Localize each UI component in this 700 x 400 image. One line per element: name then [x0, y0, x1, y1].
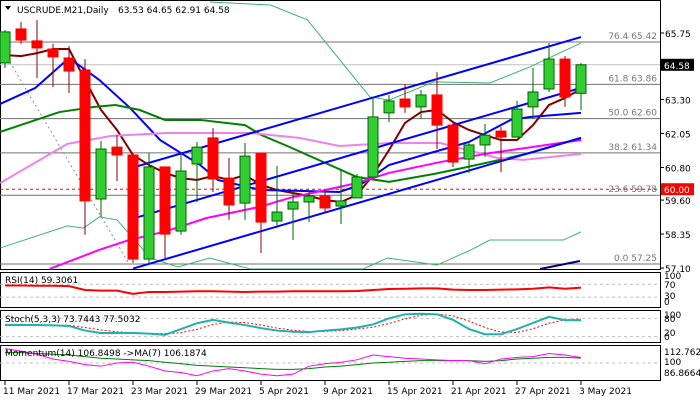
fib-level-label: 38.2 61.34: [608, 143, 657, 153]
price-tick-label: 63.30: [665, 97, 691, 107]
candle-body: [399, 98, 411, 108]
candle-body: [0, 31, 11, 64]
axis-label: 86.8664: [664, 369, 700, 379]
candle-body: [559, 58, 571, 98]
price-tick-label: 62.05: [665, 131, 691, 141]
candle-body: [335, 200, 347, 207]
candle-body: [463, 144, 475, 160]
last-price-badge-label: 64.58: [664, 62, 690, 72]
axis-label: 0: [664, 298, 670, 308]
candle-body: [319, 195, 331, 209]
candle-body: [15, 28, 27, 41]
candle-body: [223, 177, 235, 206]
ohlc-label: 63.53 64.65 62.91 64.58: [118, 6, 230, 16]
date-tick-label: 3 May 2021: [579, 387, 632, 397]
candle-body: [127, 154, 139, 260]
axis-label: 0: [664, 333, 670, 343]
candle-body: [447, 124, 459, 163]
date-tick-label: 17 Mar 2021: [67, 387, 124, 397]
bull-candle: [0, 30, 11, 69]
trading-chart[interactable]: 76.4 65.42 61.8 63.86 50.0 62.60 38.2 61.34…: [0, 0, 700, 400]
rsi-label: RSI(14) 59.3061: [5, 276, 78, 286]
candle-body: [239, 155, 251, 204]
date-tick-label: 27 Apr 2021: [515, 387, 571, 397]
candle-body: [47, 48, 59, 58]
fib-level-label: 23.6 59.78: [608, 185, 657, 195]
axis-label: 112.7625: [664, 348, 700, 358]
symbol-label: USCRUDE.M21,Daily: [17, 6, 109, 16]
price-tick-label: 60.80: [665, 164, 691, 174]
date-tick-label: 15 Apr 2021: [387, 387, 443, 397]
date-tick-label: 9 Apr 2021: [323, 387, 373, 397]
candle-body: [383, 100, 395, 114]
price-axis[interactable]: 65.7563.3062.0560.8059.6058.3557.1064.58…: [660, 30, 694, 275]
axis-label: 70: [664, 281, 676, 291]
price-tick-label: 59.60: [665, 197, 691, 207]
candle-body: [31, 40, 43, 49]
candle-body: [207, 137, 219, 180]
candle-body: [111, 146, 123, 156]
price-tick-label: 65.75: [665, 30, 691, 40]
date-tick-label: 11 Mar 2021: [3, 387, 60, 397]
fib-level-label: 76.4 65.42: [608, 32, 657, 42]
candle-body: [79, 69, 91, 202]
bear-candle: [447, 122, 459, 167]
date-tick-label: 21 Apr 2021: [451, 387, 507, 397]
date-tick-label: 5 Apr 2021: [259, 387, 309, 397]
fib-level-label: 50.0 62.60: [608, 109, 657, 119]
bull-candle: [143, 153, 155, 263]
rsi-indicator: 10070300: [0, 272, 681, 308]
candle-body: [527, 91, 539, 108]
date-tick-label: 23 Mar 2021: [131, 387, 188, 397]
candle-body: [63, 57, 75, 72]
candle-body: [175, 170, 187, 232]
momentum-label: Momentum(14) 106.8498 ->MA(7) 106.1874: [5, 349, 207, 359]
candle-body: [287, 201, 299, 210]
candle-body: [479, 134, 491, 146]
fib-level-label: 0.0 57.25: [614, 254, 657, 264]
bull-candle: [351, 174, 363, 199]
candle-body: [511, 108, 523, 138]
candle-body: [415, 94, 427, 108]
price-tick-label: 58.35: [665, 231, 691, 241]
candle-body: [303, 195, 315, 203]
candle-body: [159, 166, 171, 235]
date-tick-label: 29 Mar 2021: [195, 387, 252, 397]
candle-body: [495, 130, 507, 138]
axis-label: 100: [664, 358, 681, 368]
candle-body: [255, 152, 267, 223]
date-axis: 11 Mar 2021 17 Mar 2021 23 Mar 2021 29 Mar …: [3, 381, 632, 397]
axis-label: 80: [664, 315, 676, 325]
candle-body: [191, 146, 203, 165]
bear-candle: [127, 153, 139, 263]
stoch-label: Stoch(5,3,3) 73.7443 77.5032: [5, 315, 140, 325]
main-pane[interactable]: [0, 0, 661, 270]
alert-price-badge-label: 60.00: [664, 186, 690, 196]
chart-header: USCRUDE.M21,Daily 63.53 64.65 62.91 64.5…: [5, 6, 230, 16]
candle-body: [351, 176, 363, 199]
candle-body: [271, 211, 283, 222]
candle-body: [95, 148, 107, 200]
candle-body: [431, 94, 443, 126]
candle-body: [543, 58, 555, 90]
candle-body: [575, 64, 587, 94]
candle-body: [143, 166, 155, 260]
rsi-line: [5, 284, 582, 295]
candle-body: [367, 116, 379, 178]
fib-level-label: 61.8 63.86: [608, 74, 657, 84]
